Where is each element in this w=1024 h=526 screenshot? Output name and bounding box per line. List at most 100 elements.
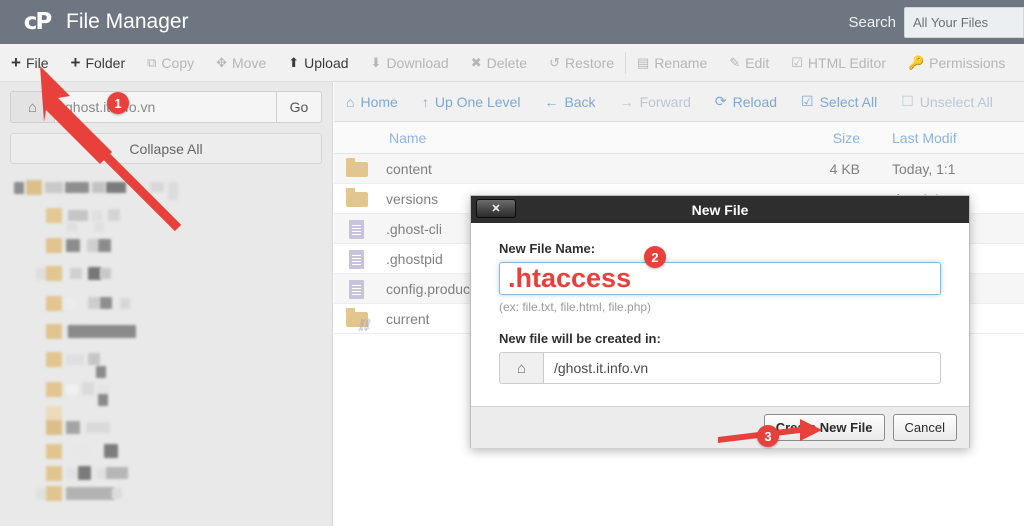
home-icon[interactable]: ⌂	[10, 91, 54, 123]
file-name: .ghost-cli	[386, 220, 443, 237]
dialog-title-bar: ✕ New File	[471, 196, 969, 223]
toolbar-label: Delete	[486, 54, 528, 71]
target-directory-input[interactable]: /ghost.it.info.vn	[543, 352, 941, 384]
directory-tree-redacted[interactable]	[0, 176, 332, 526]
dialog-body: New File Name: .htaccess (ex: file.txt, …	[471, 223, 969, 406]
new-file-dialog: ✕ New File New File Name: .htaccess (ex:…	[470, 195, 970, 448]
toolbar-item-delete[interactable]: ✖ Delete	[460, 44, 538, 81]
toolbar-item-copy[interactable]: ⧉ Copy	[136, 44, 205, 81]
nav-item-back[interactable]: ← Back	[532, 94, 607, 110]
right-arrow-icon: →	[619, 93, 634, 110]
column-header-name[interactable]: Name	[334, 130, 754, 146]
nav-label: Reload	[732, 93, 778, 110]
rename-icon: ▤	[637, 55, 650, 70]
toolbar-item-file[interactable]: + File	[0, 44, 60, 81]
plus-icon: +	[70, 53, 81, 72]
new-file-name-input[interactable]: .htaccess	[499, 262, 941, 295]
cancel-button[interactable]: Cancel	[892, 414, 957, 441]
nav-item-up-one-level[interactable]: ↑ Up One Level	[410, 94, 533, 110]
html-editor-icon: ☑	[791, 55, 803, 70]
path-input[interactable]: ghost.it.info.vn	[54, 91, 276, 123]
nav-item-forward[interactable]: → Forward	[608, 94, 703, 110]
file-name: .ghostpid	[386, 250, 443, 267]
folder-icon	[344, 187, 374, 210]
file-manager-app: cP File Manager Search All Your Files + …	[0, 0, 1024, 526]
file-name: current	[386, 310, 430, 327]
toolbar-item-html-editor[interactable]: ☑ HTML Editor	[780, 44, 897, 81]
copy-icon: ⧉	[147, 55, 157, 70]
toolbar-label: Download	[386, 54, 449, 71]
dialog-title: New File	[691, 201, 749, 218]
plus-icon: +	[11, 53, 21, 72]
nav-item-unselect-all[interactable]: ☐ Unselect All	[889, 93, 1005, 110]
file-size: 4 KB	[829, 160, 860, 177]
up-arrow-icon: ↑	[421, 93, 429, 110]
toolbar-label: Move	[232, 54, 267, 71]
download-icon: ⬇	[370, 55, 382, 70]
symlink-icon: ⛓	[344, 307, 374, 331]
pencil-icon: ✎	[729, 55, 741, 70]
restore-icon: ↺	[549, 55, 560, 70]
nav-item-select-all[interactable]: ☑ Select All	[789, 93, 889, 110]
toolbar-label: File	[25, 54, 49, 71]
app-header: cP File Manager Search All Your Files	[0, 0, 1024, 44]
home-icon[interactable]: ⌂	[499, 352, 543, 384]
path-navigation-row: ⌂ ghost.it.info.vn Go	[10, 91, 322, 123]
toolbar-item-download[interactable]: ⬇ Download	[360, 44, 460, 81]
toolbar-label: Rename	[654, 54, 708, 71]
sidebar: ⌂ ghost.it.info.vn Go Collapse All	[0, 82, 333, 526]
cpanel-logo-icon: cP	[23, 9, 53, 35]
action-toolbar: + File + Folder ⧉ Copy ✥ Move ⬆ Upload ⬇…	[0, 44, 1024, 82]
search-scope-select[interactable]: All Your Files	[904, 6, 1024, 38]
toolbar-label: Folder	[85, 54, 126, 71]
target-directory-row: ⌂ /ghost.it.info.vn	[499, 352, 941, 384]
toolbar-item-move[interactable]: ✥ Move	[205, 44, 277, 81]
delete-icon: ✖	[470, 55, 482, 70]
file-icon	[344, 278, 374, 300]
search-label: Search	[848, 13, 896, 31]
create-new-file-button[interactable]: Create New File	[763, 414, 885, 441]
table-row[interactable]: content 4 KB Today, 1:1	[334, 154, 1024, 184]
nav-label: Up One Level	[434, 93, 521, 110]
file-navigation-bar: ⌂ Home ↑ Up One Level ← Back → Forward ⟳…	[334, 82, 1024, 122]
close-icon[interactable]: ✕	[476, 199, 516, 218]
toolbar-item-rename[interactable]: ▤ Rename	[626, 44, 718, 81]
home-icon: ⌂	[346, 93, 355, 110]
toolbar-item-upload[interactable]: ⬆ Upload	[277, 44, 359, 81]
nav-item-reload[interactable]: ⟳ Reload	[703, 93, 789, 110]
folder-icon	[344, 157, 374, 180]
search-area: Search All Your Files	[848, 0, 1024, 44]
key-icon: 🔑	[907, 55, 925, 70]
toolbar-label: HTML Editor	[807, 54, 886, 71]
page-title: File Manager	[66, 10, 189, 33]
collapse-all-button[interactable]: Collapse All	[10, 133, 322, 164]
nav-label: Select All	[819, 93, 878, 110]
file-name-cell: content	[334, 157, 754, 180]
toolbar-item-permissions[interactable]: 🔑 Permissions	[897, 44, 1016, 81]
column-header-modified[interactable]: Last Modif	[874, 130, 1024, 146]
new-file-name-label: New File Name:	[499, 241, 596, 256]
checked-box-icon: ☑	[801, 93, 814, 109]
column-header-size[interactable]: Size	[754, 130, 874, 146]
file-name: content	[386, 160, 432, 177]
toolbar-item-folder[interactable]: + Folder	[60, 44, 137, 81]
upload-icon: ⬆	[288, 55, 300, 70]
toolbar-label: Upload	[304, 54, 349, 71]
toolbar-label: Edit	[745, 54, 770, 71]
nav-label: Back	[564, 93, 596, 110]
new-file-name-value: .htaccess	[508, 263, 632, 293]
target-directory-label: New file will be created in:	[499, 331, 661, 346]
toolbar-item-restore[interactable]: ↺ Restore	[538, 44, 625, 81]
file-icon	[344, 218, 374, 240]
nav-item-home[interactable]: ⌂ Home	[334, 94, 410, 110]
go-button[interactable]: Go	[276, 91, 322, 123]
toolbar-label: Copy	[161, 54, 195, 71]
toolbar-item-edit[interactable]: ✎ Edit	[718, 44, 780, 81]
dialog-footer: Create New File Cancel	[471, 406, 969, 448]
left-arrow-icon: ←	[544, 93, 559, 110]
file-name: versions	[386, 190, 439, 207]
reload-icon: ⟳	[714, 93, 727, 109]
nav-label: Forward	[639, 93, 691, 110]
toolbar-label: Restore	[564, 54, 615, 71]
empty-box-icon: ☐	[901, 93, 914, 109]
